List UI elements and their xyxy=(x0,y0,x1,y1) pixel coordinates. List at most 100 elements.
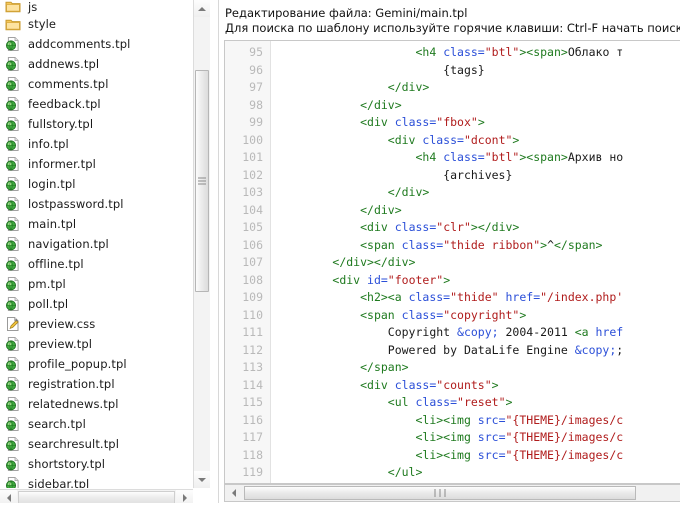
file-list-item[interactable]: fullstory.tpl xyxy=(0,114,192,134)
code-line[interactable]: 95 <h4 class="btl"><span>Облако т xyxy=(225,44,680,62)
code-line[interactable]: 101 <h4 class="btl"><span>Архив но xyxy=(225,149,680,167)
code-line-text: <div class="clr"></div> xyxy=(360,220,520,234)
code-line-text: </div> xyxy=(387,80,430,94)
file-name-label: lostpassword.tpl xyxy=(28,197,124,211)
folder-icon xyxy=(5,16,21,32)
file-list-item[interactable]: informer.tpl xyxy=(0,154,192,174)
code-line-text: <h2><a class="thide" href="/index.php' xyxy=(360,290,624,304)
file-list-item[interactable]: sidebar.tpl xyxy=(0,474,192,488)
code-line-text: </div> xyxy=(387,185,430,199)
file-name-label: addnews.tpl xyxy=(28,57,100,71)
file-list-item[interactable]: login.tpl xyxy=(0,174,192,194)
file-list-item[interactable]: relatednews.tpl xyxy=(0,394,192,414)
file-name-label: offline.tpl xyxy=(28,257,84,271)
file-name-label: searchresult.tpl xyxy=(28,437,119,451)
line-number: 97 xyxy=(249,80,263,94)
code-line[interactable]: 104 </div> xyxy=(225,202,680,220)
file-name-label: profile_popup.tpl xyxy=(28,357,127,371)
file-list-item[interactable]: shortstory.tpl xyxy=(0,454,192,474)
code-editor[interactable]: 95 <h4 class="btl"><span>Облако т 96 {tag… xyxy=(224,40,680,484)
file-list-item[interactable]: offline.tpl xyxy=(0,254,192,274)
code-line[interactable]: 113 </span> xyxy=(225,359,680,377)
file-list[interactable]: js style addcomments.tpl addnews.tpl comment… xyxy=(0,0,192,488)
file-list-item[interactable]: lostpassword.tpl xyxy=(0,194,192,214)
file-list-item[interactable]: feedback.tpl xyxy=(0,94,192,114)
code-lines-container[interactable]: 95 <h4 class="btl"><span>Облако т 96 {tag… xyxy=(225,44,680,483)
file-name-label: preview.css xyxy=(28,317,96,331)
code-line[interactable]: 106 <span class="thide ribbon">^</span> xyxy=(225,237,680,255)
line-number: 110 xyxy=(242,307,263,322)
code-line[interactable]: 116 <li><img src="{THEME}/images/c xyxy=(225,412,680,430)
code-line[interactable]: 98 </div> xyxy=(225,97,680,115)
editor-hscroll-thumb[interactable] xyxy=(244,486,636,500)
file-list-item[interactable]: poll.tpl xyxy=(0,294,192,314)
code-line[interactable]: 119 </ul> xyxy=(225,464,680,482)
code-line[interactable]: 103 </div> xyxy=(225,184,680,202)
css-file-icon xyxy=(5,316,21,332)
tpl-file-icon xyxy=(5,136,21,152)
search-hint-text: Для поиска по шаблону используйте горячи… xyxy=(225,21,680,35)
code-line[interactable]: 112 Powered by DataLife Engine &copy;; xyxy=(225,342,680,360)
code-line[interactable]: 96 {tags} xyxy=(225,62,680,80)
code-line-text: <div class="fbox"> xyxy=(360,115,485,129)
file-name-label: style xyxy=(28,17,57,31)
code-line[interactable]: 114 <div class="counts"> xyxy=(225,377,680,395)
editor-horizontal-scrollbar[interactable] xyxy=(224,484,680,502)
line-number: 118 xyxy=(242,447,263,462)
code-line-text: <li><img src="{THEME}/images/c xyxy=(415,412,624,427)
file-list-item[interactable]: searchresult.tpl xyxy=(0,434,192,454)
code-line[interactable]: 100 <div class="dcont"> xyxy=(225,132,680,150)
file-list-vertical-scrollbar[interactable] xyxy=(193,0,210,488)
code-line[interactable]: 109 <h2><a class="thide" href="/index.ph… xyxy=(225,289,680,307)
file-list-item[interactable]: preview.css xyxy=(0,314,192,334)
scroll-left-arrow-icon[interactable] xyxy=(225,485,242,501)
file-list-item[interactable]: addcomments.tpl xyxy=(0,34,192,54)
file-list-item[interactable]: addnews.tpl xyxy=(0,54,192,74)
scroll-down-arrow-icon[interactable] xyxy=(194,471,210,488)
code-line-text: <span class="copyright"> xyxy=(360,307,527,322)
code-line[interactable]: 110 <span class="copyright"> xyxy=(225,307,680,325)
file-list-item[interactable]: pm.tpl xyxy=(0,274,192,294)
file-list-item[interactable]: profile_popup.tpl xyxy=(0,354,192,374)
code-line[interactable]: 118 <li><img src="{THEME}/images/c xyxy=(225,447,680,465)
tpl-file-icon xyxy=(5,476,21,488)
tpl-file-icon xyxy=(5,376,21,392)
line-number: 96 xyxy=(249,62,263,77)
tpl-file-icon xyxy=(5,256,21,272)
code-line[interactable]: 115 <ul class="reset"> xyxy=(225,394,680,412)
code-line[interactable]: 105 <div class="clr"></div> xyxy=(225,219,680,237)
file-list-item[interactable]: info.tpl xyxy=(0,134,192,154)
file-list-item[interactable]: style xyxy=(0,14,192,34)
file-list-item[interactable]: search.tpl xyxy=(0,414,192,434)
line-number: 103 xyxy=(242,185,263,199)
file-list-item[interactable]: registration.tpl xyxy=(0,374,192,394)
code-line[interactable]: 102 {archives} xyxy=(225,167,680,185)
code-line[interactable]: 111 Copyright &copy; 2004-2011 <a href xyxy=(225,324,680,342)
tpl-file-icon xyxy=(5,156,21,172)
file-list-vscroll-thumb[interactable] xyxy=(195,70,209,292)
code-line[interactable]: 107 </div></div> xyxy=(225,254,680,272)
code-line[interactable]: 108 <div id="footer"> xyxy=(225,272,680,290)
code-line-text: </div> xyxy=(360,202,402,217)
line-number: 101 xyxy=(242,150,263,164)
line-number: 111 xyxy=(242,325,263,339)
file-name-label: comments.tpl xyxy=(28,77,109,91)
code-line-text: <ul class="reset"> xyxy=(387,395,513,409)
editing-file-title: Редактирование файла: Gemini/main.tpl xyxy=(225,6,468,20)
tpl-file-icon xyxy=(5,356,21,372)
file-list-item[interactable]: main.tpl xyxy=(0,214,192,234)
scroll-up-arrow-icon[interactable] xyxy=(194,0,210,17)
file-list-item[interactable]: comments.tpl xyxy=(0,74,192,94)
line-number: 112 xyxy=(242,342,263,357)
code-line-text: {tags} xyxy=(443,62,485,77)
code-line[interactable]: 117 <li><img src="{THEME}/images/c xyxy=(225,429,680,447)
code-line-text: </span> xyxy=(360,360,409,374)
tpl-file-icon xyxy=(5,36,21,52)
file-list-item[interactable]: js xyxy=(0,0,192,14)
code-line-text: <div id="footer"> xyxy=(332,272,451,287)
code-line[interactable]: 97 </div> xyxy=(225,79,680,97)
code-line[interactable]: 99 <div class="fbox"> xyxy=(225,114,680,132)
file-list-item[interactable]: preview.tpl xyxy=(0,334,192,354)
file-list-item[interactable]: navigation.tpl xyxy=(0,234,192,254)
file-name-label: info.tpl xyxy=(28,137,69,151)
